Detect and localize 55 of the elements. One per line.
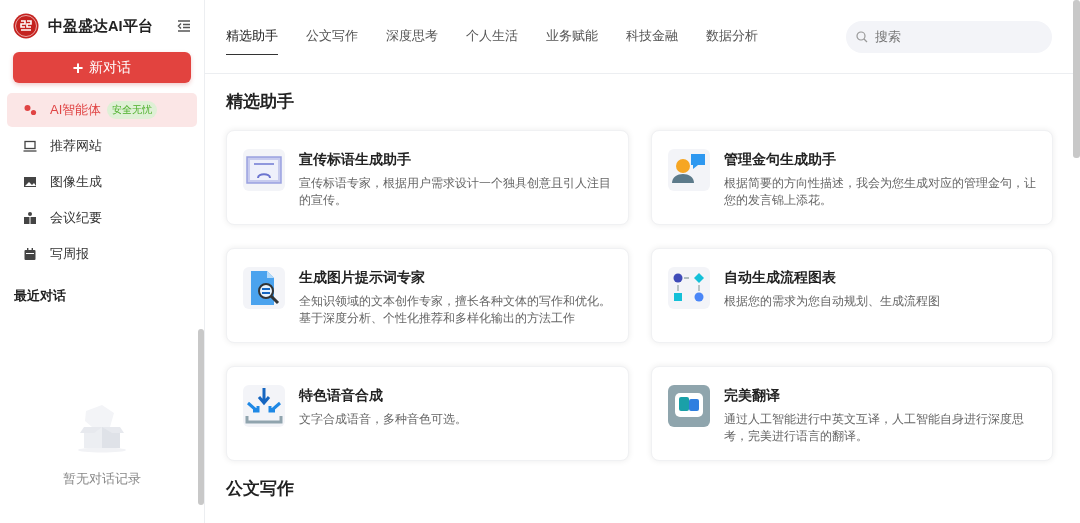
category-tab[interactable]: 业务赋能 (546, 0, 598, 73)
card-title: 特色语音合成 (299, 387, 384, 405)
nav-item[interactable]: 图像生成 (7, 165, 197, 199)
nav-label: AI智能体 (50, 101, 102, 119)
scrollbar[interactable] (198, 329, 204, 505)
nav-label: 图像生成 (50, 173, 102, 191)
assistant-card[interactable]: 特色语音合成 文字合成语音，多种音色可选。 (226, 366, 629, 461)
search-input[interactable]: 搜索 (846, 20, 1052, 53)
card-description: 宣传标语专家，根据用户需求设计一个独具创意且引人注目的宣传。 (299, 176, 612, 208)
card-description: 文字合成语音，多种音色可选。 (299, 412, 467, 427)
scrollbar[interactable] (1073, 0, 1080, 158)
assistant-card[interactable]: 生成图片提示词专家 全知识领域的文本创作专家，擅长各种文体的写作和优化。基于深度分析、个性化推荐和多样化输出的方法工作 (226, 248, 629, 343)
category-tab[interactable]: 数据分析 (706, 0, 758, 73)
collapse-icon[interactable] (177, 20, 191, 32)
certificate-icon (243, 149, 285, 191)
card-title: 完美翻译 (723, 387, 781, 405)
section-title: 最近对话 (13, 287, 67, 305)
flowchart-icon (667, 267, 710, 309)
nav-item[interactable]: AI智能体 安全无忧 (7, 93, 197, 127)
card-description: 根据您的需求为您自动规划、生成流程图 (723, 294, 940, 309)
calendar-icon (23, 247, 37, 261)
category-tab[interactable]: 科技金融 (626, 0, 678, 73)
empty-message: 暂无对话记录 (63, 470, 141, 488)
card-description: 全知识领域的文本创作专家，擅长各种文体的写作和优化。基于深度分析、个性化推荐和多样化输出的方法工作 (299, 294, 612, 326)
new-chat-button[interactable]: + 新对话 (13, 52, 191, 83)
assistant-card[interactable]: 管理金句生成助手 根据简要的方向性描述，我会为您生成对应的管理金句，让您的发言锦上添花。 (650, 130, 1053, 225)
card-description: 通过人工智能进行中英文互译，人工智能自身进行深度思考，完美进行语言的翻译。 (723, 412, 1025, 444)
logo-icon (13, 13, 39, 39)
section-heading: 公文写作 (226, 478, 295, 499)
nav-item[interactable]: 推荐网站 (7, 129, 197, 163)
document-search-icon (243, 267, 285, 309)
app-title: 中盈盛达AI平台 (48, 16, 154, 36)
assistant-card[interactable]: 完美翻译 通过人工智能进行中英文互译，人工智能自身进行深度思考，完美进行语言的翻译。 (650, 366, 1053, 461)
category-tab[interactable]: 公文写作 (306, 0, 358, 73)
nav-item[interactable]: 写周报 (7, 237, 197, 271)
laptop-icon (23, 139, 37, 153)
nav-item[interactable]: 会议纪要 (7, 201, 197, 235)
card-title: 管理金句生成助手 (723, 151, 837, 169)
chat-bubble-icon (667, 385, 710, 427)
image-icon (23, 175, 37, 189)
nav-label: 推荐网站 (50, 137, 102, 155)
assistant-card[interactable]: 宣传标语生成助手 宣传标语专家，根据用户需求设计一个独具创意且引人注目的宣传。 (226, 130, 629, 225)
people-chat-icon (667, 149, 710, 191)
section-heading: 精选助手 (226, 91, 295, 112)
assistant-card[interactable]: 自动生成流程图表 根据您的需求为您自动规划、生成流程图 (650, 248, 1053, 343)
category-tab[interactable]: 深度思考 (386, 0, 438, 73)
category-tab[interactable]: 个人生活 (466, 0, 518, 73)
download-icon (243, 385, 285, 427)
card-description: 根据简要的方向性描述，我会为您生成对应的管理金句，让您的发言锦上添花。 (723, 176, 1036, 208)
nav-label: 写周报 (50, 245, 89, 263)
card-title: 自动生成流程图表 (723, 269, 837, 287)
nav-label: 会议纪要 (50, 209, 102, 227)
card-title: 宣传标语生成助手 (299, 151, 412, 169)
security-badge: 安全无忧 (107, 101, 158, 119)
card-title: 生成图片提示词专家 (299, 269, 426, 287)
